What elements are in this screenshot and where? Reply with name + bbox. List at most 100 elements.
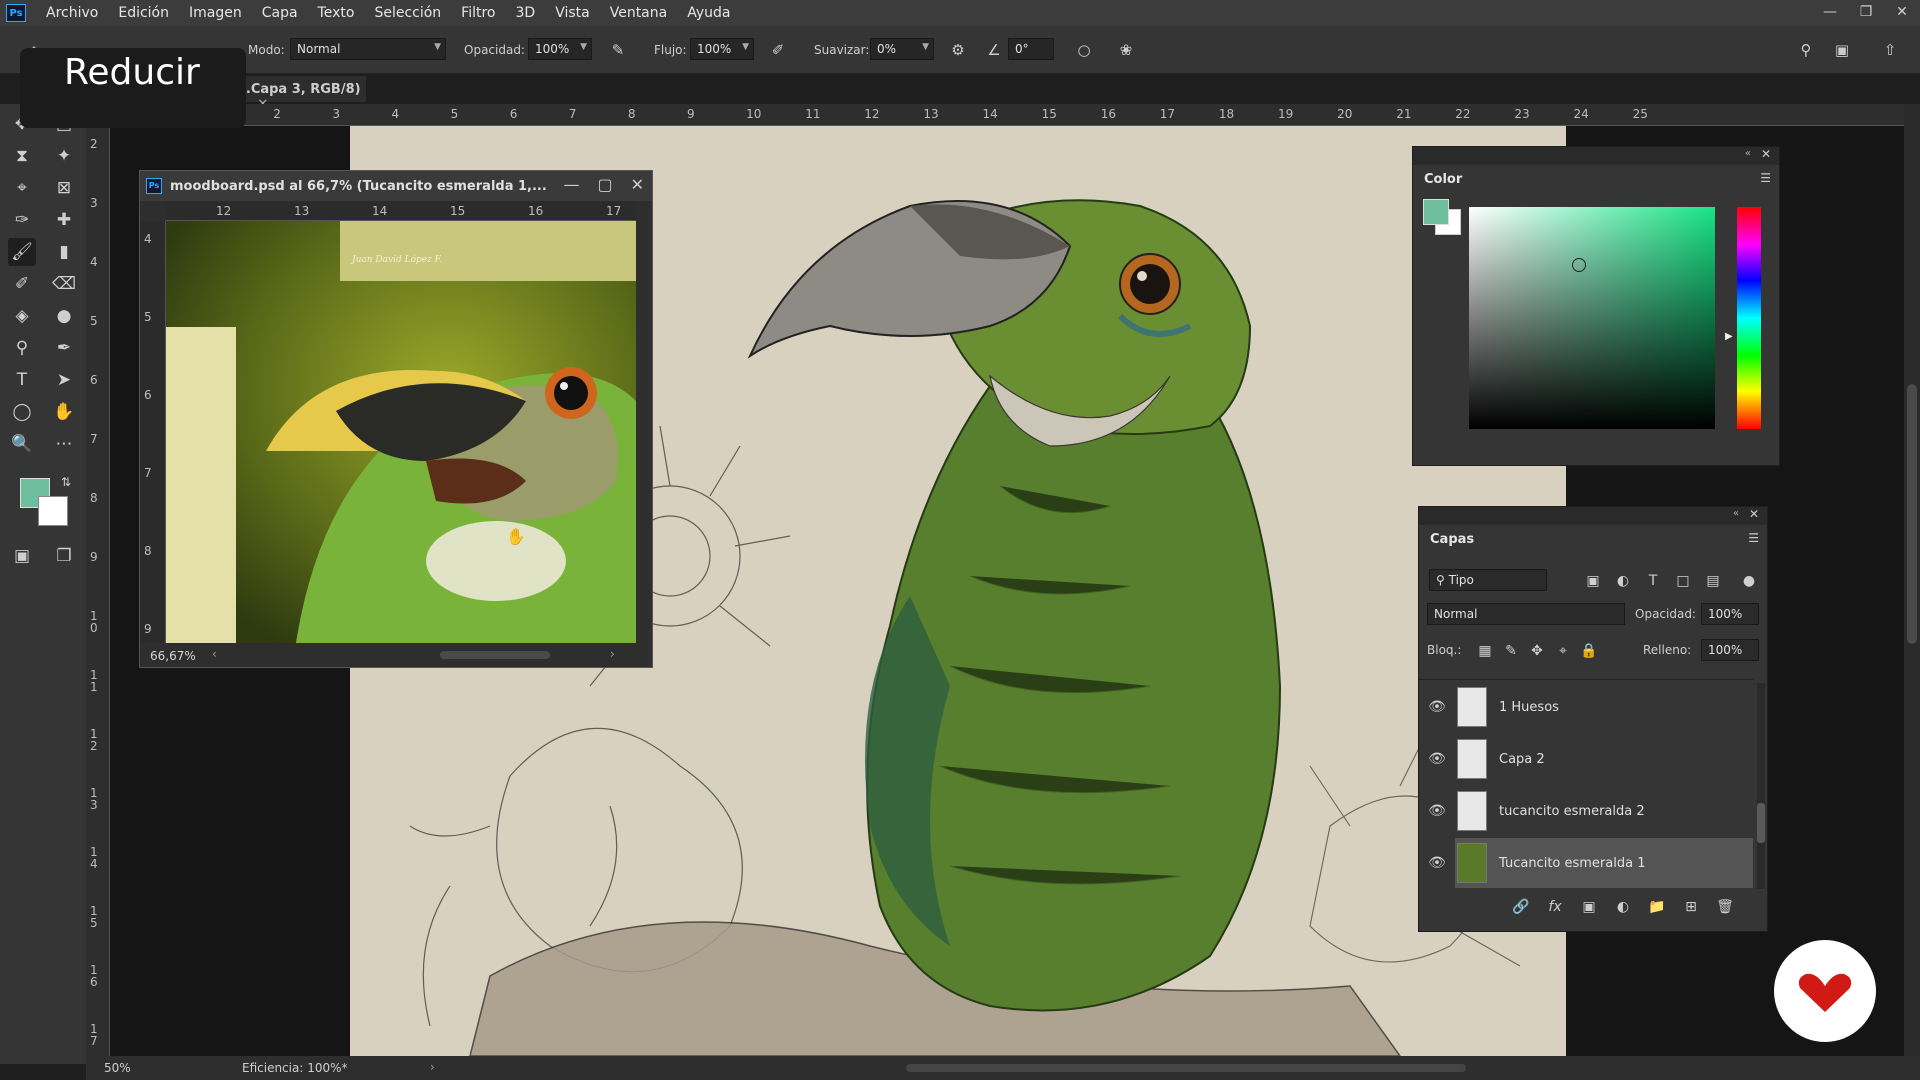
close-icon[interactable]: ✕: [1884, 0, 1920, 26]
eye-icon[interactable]: 👁: [1427, 749, 1447, 769]
layer-row[interactable]: Capa 2: [1457, 734, 1753, 784]
layer-row[interactable]: 1 Huesos: [1457, 682, 1753, 732]
layers-opacity-field[interactable]: 100%: [1701, 603, 1759, 625]
close-icon[interactable]: ✕: [1749, 507, 1759, 521]
minimize-icon[interactable]: —: [1812, 0, 1848, 26]
screen-mode-icon[interactable]: ❐: [50, 542, 78, 570]
pressure-size-icon[interactable]: ○: [1074, 40, 1094, 60]
airbrush-icon[interactable]: ✐: [768, 40, 788, 60]
angle-field[interactable]: 0°: [1008, 38, 1054, 60]
chevron-left-icon[interactable]: ‹: [212, 647, 217, 661]
horizontal-scrollbar[interactable]: [906, 1064, 1466, 1072]
opacity-field[interactable]: 100% ▼: [528, 38, 592, 60]
zoom-tool-icon[interactable]: 🔍: [8, 430, 36, 458]
lock-artboard-icon[interactable]: ⌖: [1553, 641, 1573, 661]
scrollbar-thumb[interactable]: [1907, 384, 1917, 644]
efficiency-readout[interactable]: Eficiencia: 100%*: [242, 1061, 348, 1075]
flow-field[interactable]: 100% ▼: [690, 38, 754, 60]
filter-adjustment-icon[interactable]: ◐: [1613, 571, 1633, 591]
crop-tool-icon[interactable]: ⌖: [8, 174, 36, 202]
chevron-right-icon[interactable]: ›: [610, 647, 615, 661]
adjustment-layer-icon[interactable]: ◐: [1613, 897, 1633, 917]
menu-ayuda[interactable]: Ayuda: [677, 5, 740, 21]
tab-color[interactable]: Color: [1413, 165, 1474, 195]
swap-colors-icon[interactable]: ⇅: [52, 468, 80, 496]
color-fg-swatch[interactable]: [1423, 199, 1449, 225]
hand-tool-icon[interactable]: ✋: [50, 398, 78, 426]
background-color-swatch[interactable]: [38, 496, 68, 526]
layer-row[interactable]: Tucancito esmeralda 1: [1457, 838, 1753, 888]
trash-icon[interactable]: 🗑: [1715, 897, 1735, 917]
layer-row[interactable]: tucancito esmeralda 2: [1457, 786, 1753, 836]
menu-seleccion[interactable]: Selección: [364, 5, 451, 21]
panel-menu-icon[interactable]: ☰: [1748, 531, 1759, 545]
search-icon[interactable]: ⚲: [1796, 40, 1816, 60]
minimize-icon[interactable]: —: [563, 175, 579, 194]
brush-tool-icon[interactable]: 🖌: [8, 238, 36, 266]
frame-tool-icon[interactable]: ⊠: [50, 174, 78, 202]
saturation-brightness-field[interactable]: [1469, 207, 1715, 429]
moodboard-window[interactable]: Ps moodboard.psd al 66,7% (Tucancito esm…: [139, 170, 653, 668]
restore-icon[interactable]: ❐: [1848, 0, 1884, 26]
color-picker-cursor[interactable]: [1572, 258, 1586, 272]
new-layer-icon[interactable]: ⊞: [1681, 897, 1701, 917]
new-group-icon[interactable]: 📁: [1647, 897, 1667, 917]
close-icon[interactable]: ✕: [1761, 147, 1771, 161]
lock-position-icon[interactable]: ✥: [1527, 641, 1547, 661]
dodge-tool-icon[interactable]: ⚲: [8, 334, 36, 362]
layers-panel-header[interactable]: [1419, 507, 1767, 525]
ellipse-tool-icon[interactable]: ◯: [8, 398, 36, 426]
smooth-field[interactable]: 0% ▼: [870, 38, 934, 60]
menu-filtro[interactable]: Filtro: [451, 5, 505, 21]
type-tool-icon[interactable]: T: [8, 366, 36, 394]
collapse-icon[interactable]: «: [1733, 508, 1739, 519]
filter-shape-icon[interactable]: □: [1673, 571, 1693, 591]
collapse-icon[interactable]: «: [1745, 148, 1751, 159]
menu-texto[interactable]: Texto: [308, 5, 365, 21]
history-brush-icon[interactable]: ✐: [8, 270, 36, 298]
eraser-icon[interactable]: ⌫: [50, 270, 78, 298]
paint-bucket-icon[interactable]: ◈: [8, 302, 36, 330]
workspace-icon[interactable]: ▣: [1832, 40, 1852, 60]
lock-all-icon[interactable]: 🔒: [1579, 641, 1599, 661]
eye-icon[interactable]: 👁: [1427, 853, 1447, 873]
eye-icon[interactable]: 👁: [1427, 801, 1447, 821]
color-panel-header[interactable]: [1413, 147, 1779, 165]
canvas-scrollbar[interactable]: [1904, 104, 1920, 1056]
filter-toggle-icon[interactable]: ●: [1739, 571, 1759, 591]
lasso-tool-icon[interactable]: ⧗: [8, 142, 36, 170]
blend-mode-select[interactable]: Normal: [1427, 603, 1625, 625]
path-selection-icon[interactable]: ➤: [50, 366, 78, 394]
stamp-tool-icon[interactable]: ▮: [50, 238, 78, 266]
maximize-icon[interactable]: ▢: [597, 175, 612, 194]
hue-slider[interactable]: [1737, 207, 1761, 429]
tab-layers[interactable]: Capas: [1419, 525, 1486, 555]
symmetry-icon[interactable]: ❀: [1116, 40, 1136, 60]
lock-transparency-icon[interactable]: ▦: [1475, 641, 1495, 661]
filter-type-icon[interactable]: T: [1643, 571, 1663, 591]
share-icon[interactable]: ⇧: [1880, 40, 1900, 60]
pen-tool-icon[interactable]: ✒: [50, 334, 78, 362]
moodboard-image[interactable]: Juan David López F. ✋: [166, 221, 636, 643]
menu-vista[interactable]: Vista: [545, 5, 600, 21]
menu-archivo[interactable]: Archivo: [36, 5, 108, 21]
moodboard-hscroll-thumb[interactable]: [440, 651, 550, 659]
menu-imagen[interactable]: Imagen: [179, 5, 252, 21]
hue-slider-handle-icon[interactable]: ▶: [1725, 331, 1733, 342]
more-tools-icon[interactable]: ⋯: [50, 430, 78, 458]
moodboard-zoom[interactable]: 66,67%: [150, 649, 196, 663]
layers-scrollbar[interactable]: [1757, 683, 1765, 889]
lock-pixels-icon[interactable]: ✎: [1501, 641, 1521, 661]
fx-icon[interactable]: fx: [1545, 897, 1565, 917]
panel-menu-icon[interactable]: ☰: [1760, 171, 1771, 185]
menu-ventana[interactable]: Ventana: [600, 5, 678, 21]
filter-smart-object-icon[interactable]: ▤: [1703, 571, 1723, 591]
blur-tool-icon[interactable]: ●: [50, 302, 78, 330]
quick-mask-icon[interactable]: ▣: [8, 542, 36, 570]
add-mask-icon[interactable]: ▣: [1579, 897, 1599, 917]
layers-scrollbar-thumb[interactable]: [1757, 803, 1765, 843]
layer-filter-select[interactable]: ⚲ Tipo: [1429, 569, 1547, 591]
zoom-level[interactable]: 50%: [104, 1061, 131, 1075]
menu-capa[interactable]: Capa: [252, 5, 308, 21]
pressure-opacity-icon[interactable]: ✎: [608, 40, 628, 60]
